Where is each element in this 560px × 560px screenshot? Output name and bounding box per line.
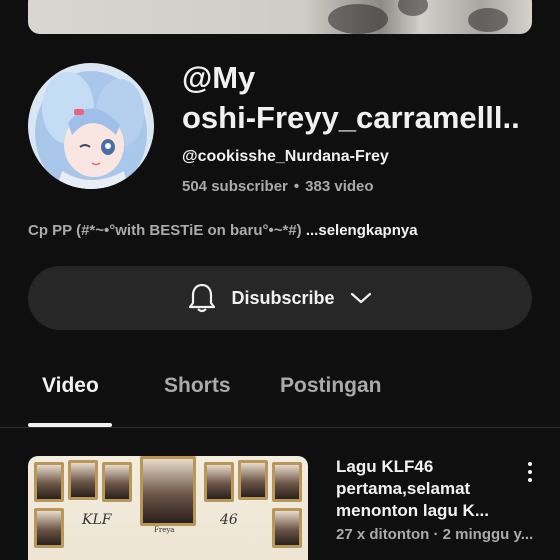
channel-stats: 504 subscriber • 383 video <box>182 178 374 195</box>
active-tab-indicator <box>28 423 112 427</box>
tab-video[interactable]: Video <box>42 374 99 398</box>
stats-separator: • <box>293 178 300 195</box>
channel-tabs: Video Shorts Postingan <box>0 350 560 428</box>
channel-avatar[interactable] <box>28 63 154 189</box>
thumb-text-right: 46 <box>220 512 238 528</box>
thumb-photo-center <box>140 456 196 526</box>
thumb-text-left: KLF <box>82 512 112 528</box>
channel-title-line1: @My <box>182 60 256 95</box>
video-meta: 27 x ditonton · 2 minggu y... <box>336 526 534 543</box>
chevron-down-icon <box>350 292 371 304</box>
subscribed-label: Disubscribe <box>231 287 335 308</box>
thumb-photo <box>102 462 132 502</box>
video-title-line1: Lagu KLF46 <box>336 457 434 476</box>
thumb-photo <box>238 460 268 500</box>
thumb-photo <box>204 462 234 502</box>
video-thumbnail[interactable]: KLF 46 Freya <box>28 456 308 560</box>
subscriber-count: 504 subscriber <box>182 178 288 195</box>
tab-postingan[interactable]: Postingan <box>280 374 382 398</box>
more-options-icon[interactable] <box>522 460 538 484</box>
tab-shorts[interactable]: Shorts <box>164 374 231 398</box>
channel-title-line2: oshi-Freyy_carramelll.. <box>182 100 520 135</box>
thumb-photo <box>34 508 64 548</box>
thumb-photo <box>272 462 302 502</box>
thumb-photo <box>34 462 64 502</box>
bell-icon <box>189 283 216 313</box>
video-count: 383 video <box>305 178 374 195</box>
channel-banner <box>28 0 532 34</box>
description-text: Cp PP (#*~•°with BESTiE on baru°•~*#) <box>28 222 306 239</box>
thumb-photo <box>272 508 302 548</box>
thumb-photo <box>68 460 98 500</box>
avatar-image <box>28 63 154 189</box>
description-more-link[interactable]: ...selengkapnya <box>306 222 418 239</box>
thumb-name-center: Freya <box>154 526 175 534</box>
video-title-line2: pertama,selamat <box>336 479 471 498</box>
video-title-line3: menonton lagu K... <box>336 501 489 520</box>
channel-handle: @cookisshe_Nurdana-Frey <box>182 148 389 165</box>
channel-description[interactable]: Cp PP (#*~•°with BESTiE on baru°•~*#) ..… <box>28 222 418 239</box>
channel-title: @My oshi-Freyy_carramelll.. <box>182 58 552 138</box>
video-title[interactable]: Lagu KLF46 pertama,selamat menonton lagu… <box>336 456 516 522</box>
subscribed-button[interactable]: Disubscribe <box>28 266 532 330</box>
